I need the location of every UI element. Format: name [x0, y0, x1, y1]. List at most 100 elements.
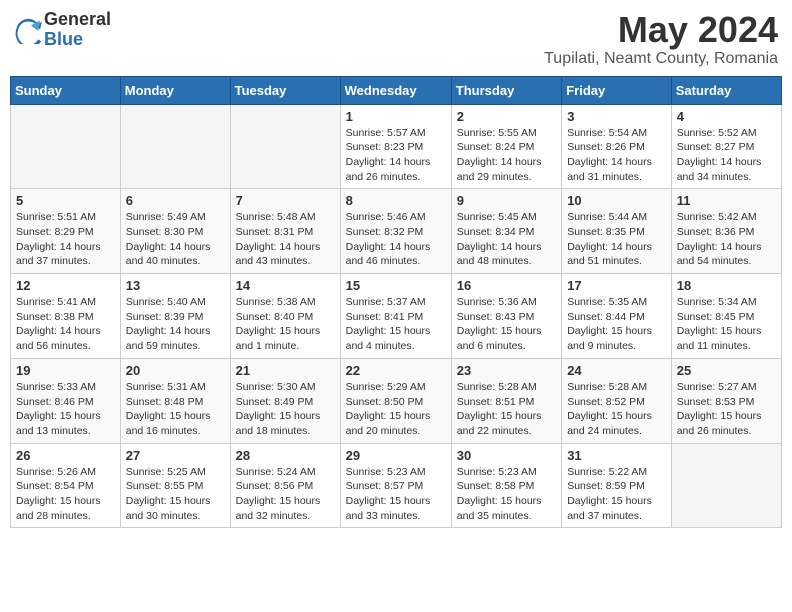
day-info: Sunrise: 5:26 AM Sunset: 8:54 PM Dayligh… [16, 465, 115, 524]
day-info: Sunrise: 5:41 AM Sunset: 8:38 PM Dayligh… [16, 295, 115, 354]
calendar-cell: 9 Sunrise: 5:45 AM Sunset: 8:34 PM Daylig… [451, 189, 561, 274]
calendar-cell: 5Sunrise: 5:51 AM Sunset: 8:29 PM Daylig… [11, 189, 121, 274]
calendar-cell: 3Sunrise: 5:54 AM Sunset: 8:26 PM Daylig… [562, 104, 672, 189]
day-number: 7 [236, 193, 335, 208]
calendar-cell: 1 Sunrise: 5:57 AM Sunset: 8:23 PM Daylig… [340, 104, 451, 189]
calendar-cell: 11Sunrise: 5:42 AM Sunset: 8:36 PM Dayli… [671, 189, 781, 274]
calendar-cell: 20 Sunrise: 5:31 AM Sunset: 8:48 PM Dayli… [120, 358, 230, 443]
day-info: Sunrise: 5:23 AM Sunset: 8:58 PM Dayligh… [457, 465, 556, 524]
day-info: Sunrise: 5:44 AM Sunset: 8:35 PM Dayligh… [567, 210, 666, 269]
day-number: 6 [126, 193, 225, 208]
calendar-cell: 15 Sunrise: 5:37 AM Sunset: 8:41 PM Dayli… [340, 274, 451, 359]
calendar-cell [230, 104, 340, 189]
location: Tupilati, Neamt County, Romania [544, 50, 778, 68]
day-info: Sunrise: 5:46 AM Sunset: 8:32 PM Dayligh… [346, 210, 446, 269]
day-number: 30 [457, 448, 556, 463]
day-number: 20 [126, 363, 225, 378]
day-number: 8 [346, 193, 446, 208]
day-info: Sunrise: 5:45 AM Sunset: 8:34 PM Dayligh… [457, 210, 556, 269]
calendar-cell: 12 Sunrise: 5:41 AM Sunset: 8:38 PM Dayli… [11, 274, 121, 359]
calendar-cell: 4 Sunrise: 5:52 AM Sunset: 8:27 PM Daylig… [671, 104, 781, 189]
calendar-cell: 21 Sunrise: 5:30 AM Sunset: 8:49 PM Dayli… [230, 358, 340, 443]
month-title: May 2024 [544, 10, 778, 50]
calendar-cell: 13 Sunrise: 5:40 AM Sunset: 8:39 PM Dayli… [120, 274, 230, 359]
logo-text: General Blue [44, 10, 111, 50]
day-info: Sunrise: 5:25 AM Sunset: 8:55 PM Dayligh… [126, 465, 225, 524]
calendar-cell: 10Sunrise: 5:44 AM Sunset: 8:35 PM Dayli… [562, 189, 672, 274]
calendar-cell: 25 Sunrise: 5:27 AM Sunset: 8:53 PM Dayli… [671, 358, 781, 443]
calendar-cell: 19Sunrise: 5:33 AM Sunset: 8:46 PM Dayli… [11, 358, 121, 443]
calendar-cell: 23Sunrise: 5:28 AM Sunset: 8:51 PM Dayli… [451, 358, 561, 443]
calendar-cell: 14Sunrise: 5:38 AM Sunset: 8:40 PM Dayli… [230, 274, 340, 359]
day-info: Sunrise: 5:30 AM Sunset: 8:49 PM Dayligh… [236, 380, 335, 439]
calendar-cell [120, 104, 230, 189]
weekday-header: Monday [120, 76, 230, 104]
calendar-cell: 7 Sunrise: 5:48 AM Sunset: 8:31 PM Daylig… [230, 189, 340, 274]
day-number: 1 [346, 109, 446, 124]
day-number: 14 [236, 278, 335, 293]
day-number: 18 [677, 278, 776, 293]
logo-blue: Blue [44, 30, 111, 50]
day-info: Sunrise: 5:48 AM Sunset: 8:31 PM Dayligh… [236, 210, 335, 269]
day-number: 25 [677, 363, 776, 378]
day-info: Sunrise: 5:51 AM Sunset: 8:29 PM Dayligh… [16, 210, 115, 269]
day-info: Sunrise: 5:34 AM Sunset: 8:45 PM Dayligh… [677, 295, 776, 354]
day-number: 21 [236, 363, 335, 378]
day-info: Sunrise: 5:49 AM Sunset: 8:30 PM Dayligh… [126, 210, 225, 269]
calendar-cell: 28 Sunrise: 5:24 AM Sunset: 8:56 PM Dayli… [230, 443, 340, 528]
calendar-cell: 22Sunrise: 5:29 AM Sunset: 8:50 PM Dayli… [340, 358, 451, 443]
calendar: SundayMondayTuesdayWednesdayThursdayFrid… [10, 76, 782, 529]
calendar-week-row: 26 Sunrise: 5:26 AM Sunset: 8:54 PM Dayli… [11, 443, 782, 528]
calendar-cell: 31 Sunrise: 5:22 AM Sunset: 8:59 PM Dayli… [562, 443, 672, 528]
weekday-header: Friday [562, 76, 672, 104]
day-info: Sunrise: 5:57 AM Sunset: 8:23 PM Dayligh… [346, 126, 446, 185]
calendar-cell: 16 Sunrise: 5:36 AM Sunset: 8:43 PM Dayli… [451, 274, 561, 359]
day-number: 2 [457, 109, 556, 124]
day-number: 4 [677, 109, 776, 124]
logo-general: General [44, 10, 111, 30]
day-number: 13 [126, 278, 225, 293]
day-number: 26 [16, 448, 115, 463]
calendar-cell: 29Sunrise: 5:23 AM Sunset: 8:57 PM Dayli… [340, 443, 451, 528]
day-info: Sunrise: 5:27 AM Sunset: 8:53 PM Dayligh… [677, 380, 776, 439]
day-number: 29 [346, 448, 446, 463]
calendar-cell: 8 Sunrise: 5:46 AM Sunset: 8:32 PM Daylig… [340, 189, 451, 274]
day-info: Sunrise: 5:54 AM Sunset: 8:26 PM Dayligh… [567, 126, 666, 185]
day-info: Sunrise: 5:22 AM Sunset: 8:59 PM Dayligh… [567, 465, 666, 524]
day-number: 17 [567, 278, 666, 293]
day-number: 15 [346, 278, 446, 293]
day-info: Sunrise: 5:28 AM Sunset: 8:52 PM Dayligh… [567, 380, 666, 439]
weekday-header: Sunday [11, 76, 121, 104]
calendar-week-row: 5Sunrise: 5:51 AM Sunset: 8:29 PM Daylig… [11, 189, 782, 274]
calendar-week-row: 19Sunrise: 5:33 AM Sunset: 8:46 PM Dayli… [11, 358, 782, 443]
day-number: 28 [236, 448, 335, 463]
calendar-cell: 30 Sunrise: 5:23 AM Sunset: 8:58 PM Dayli… [451, 443, 561, 528]
day-info: Sunrise: 5:36 AM Sunset: 8:43 PM Dayligh… [457, 295, 556, 354]
page-header: General Blue May 2024 Tupilati, Neamt Co… [10, 10, 782, 68]
day-info: Sunrise: 5:31 AM Sunset: 8:48 PM Dayligh… [126, 380, 225, 439]
day-number: 9 [457, 193, 556, 208]
day-number: 16 [457, 278, 556, 293]
day-number: 24 [567, 363, 666, 378]
logo: General Blue [14, 10, 111, 50]
day-info: Sunrise: 5:37 AM Sunset: 8:41 PM Dayligh… [346, 295, 446, 354]
day-info: Sunrise: 5:24 AM Sunset: 8:56 PM Dayligh… [236, 465, 335, 524]
calendar-cell [671, 443, 781, 528]
calendar-cell: 6 Sunrise: 5:49 AM Sunset: 8:30 PM Daylig… [120, 189, 230, 274]
day-number: 31 [567, 448, 666, 463]
day-info: Sunrise: 5:52 AM Sunset: 8:27 PM Dayligh… [677, 126, 776, 185]
day-info: Sunrise: 5:55 AM Sunset: 8:24 PM Dayligh… [457, 126, 556, 185]
day-number: 11 [677, 193, 776, 208]
day-number: 12 [16, 278, 115, 293]
day-info: Sunrise: 5:28 AM Sunset: 8:51 PM Dayligh… [457, 380, 556, 439]
calendar-cell: 24 Sunrise: 5:28 AM Sunset: 8:52 PM Dayli… [562, 358, 672, 443]
day-info: Sunrise: 5:40 AM Sunset: 8:39 PM Dayligh… [126, 295, 225, 354]
day-info: Sunrise: 5:35 AM Sunset: 8:44 PM Dayligh… [567, 295, 666, 354]
day-number: 19 [16, 363, 115, 378]
calendar-cell: 26 Sunrise: 5:26 AM Sunset: 8:54 PM Dayli… [11, 443, 121, 528]
weekday-header: Tuesday [230, 76, 340, 104]
calendar-cell: 18 Sunrise: 5:34 AM Sunset: 8:45 PM Dayli… [671, 274, 781, 359]
calendar-cell: 2 Sunrise: 5:55 AM Sunset: 8:24 PM Daylig… [451, 104, 561, 189]
day-info: Sunrise: 5:29 AM Sunset: 8:50 PM Dayligh… [346, 380, 446, 439]
title-section: May 2024 Tupilati, Neamt County, Romania [544, 10, 778, 68]
